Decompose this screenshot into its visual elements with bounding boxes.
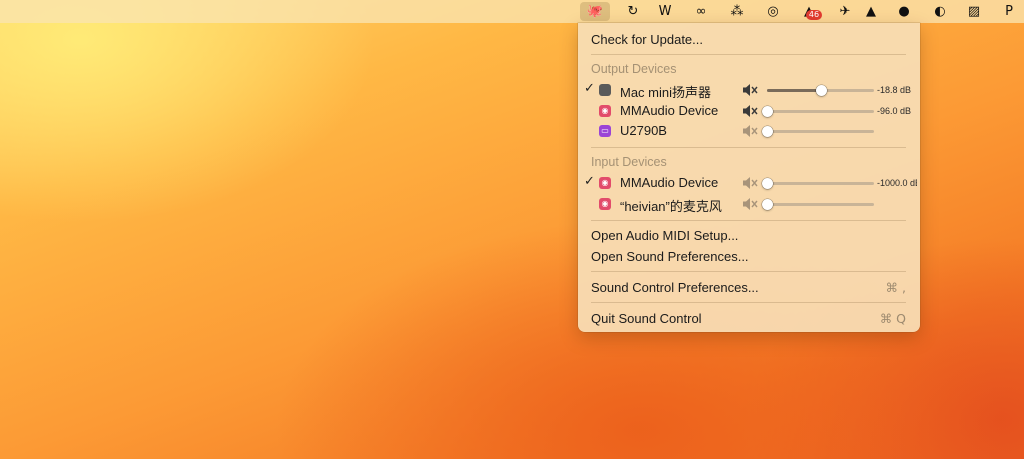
radar-app-icon[interactable]: ◎ (762, 2, 784, 21)
volume-slider-knob[interactable] (815, 85, 827, 96)
volume-slider-knob[interactable] (762, 105, 773, 117)
wps-office-icon[interactable]: W (654, 2, 676, 21)
display-device-icon: ▭ (599, 125, 611, 137)
notification-badge: 46 (806, 10, 822, 20)
menu-separator (591, 302, 906, 303)
checkmark-icon: ✓ (584, 174, 595, 189)
output-devices-header: Output Devices (591, 62, 677, 76)
sound-control-octopus-icon[interactable]: 🐙 (580, 2, 610, 21)
device-name: MMAudio Device (620, 175, 719, 190)
menu-separator (591, 147, 906, 148)
speaker-mute-icon[interactable] (742, 104, 758, 118)
volume-slider[interactable] (762, 198, 874, 210)
device-name: Mac mini扬声器 (620, 85, 712, 100)
volume-db-readout: -96.0 dB (877, 105, 912, 116)
mic-device-icon: ◉ (599, 177, 611, 189)
volume-db-readout: -18.8 dB (877, 85, 912, 95)
lark-feishu-icon[interactable]: ✈ (834, 2, 856, 21)
speaker-mute-icon[interactable] (742, 197, 758, 211)
image-preview-icon[interactable]: ▨ (963, 2, 985, 21)
volume-slider[interactable] (762, 126, 874, 137)
circular-arrow-app-icon[interactable]: ↻ (622, 2, 644, 21)
quit-shortcut: ⌘ Q (879, 311, 906, 326)
p-app-icon[interactable]: P (998, 2, 1020, 21)
input-devices-header: Input Devices (591, 155, 667, 169)
check-for-update-item[interactable]: Check for Update... (591, 32, 703, 47)
apple-device-icon (599, 84, 611, 96)
device-name: U2790B (620, 123, 667, 138)
mic-device-icon: ◉ (599, 104, 611, 117)
volume-slider[interactable] (762, 105, 874, 117)
menu-bar: 🐙↻W∞⁂◎▲46✈▲●◐▨P (0, 0, 1024, 23)
device-name: “heivian”的麦克风 (620, 198, 722, 214)
speaker-mute-icon[interactable] (742, 83, 758, 97)
volume-slider[interactable] (762, 178, 874, 189)
creative-cloud-icon[interactable]: ∞ (690, 2, 712, 21)
volume-slider-knob[interactable] (762, 198, 773, 210)
speaker-mute-icon[interactable] (742, 124, 758, 138)
quit-sound-control-item[interactable]: Quit Sound Control (591, 311, 702, 326)
sound-control-preferences-item[interactable]: Sound Control Preferences... (591, 280, 759, 295)
volume-slider[interactable] (767, 85, 874, 96)
menu-separator (591, 271, 906, 272)
three-circles-app-icon[interactable]: ⁂ (726, 2, 748, 21)
wechat-icon[interactable]: ● (893, 2, 915, 21)
sound-control-menu: Check for Update... Output Devices ✓ Mac … (578, 23, 920, 332)
menu-separator (591, 54, 906, 55)
open-sound-preferences-item[interactable]: Open Sound Preferences... (591, 249, 749, 264)
volume-slider-fill (767, 89, 821, 92)
checkmark-icon: ✓ (584, 81, 595, 96)
open-audio-midi-setup-item[interactable]: Open Audio MIDI Setup... (591, 228, 738, 243)
volume-slider-knob[interactable] (762, 178, 773, 189)
speaker-mute-icon[interactable] (742, 176, 758, 190)
qq-penguin-icon[interactable]: ▲ (860, 2, 882, 21)
mic-device-icon: ◉ (599, 197, 611, 210)
preferences-shortcut: ⌘ , (885, 280, 906, 295)
menu-separator (591, 220, 906, 221)
volume-slider-knob[interactable] (762, 126, 773, 137)
shield-app-icon[interactable]: ◐ (929, 2, 951, 21)
volume-db-readout: -1000.0 dB (877, 178, 917, 188)
device-name: MMAudio Device (620, 102, 719, 118)
